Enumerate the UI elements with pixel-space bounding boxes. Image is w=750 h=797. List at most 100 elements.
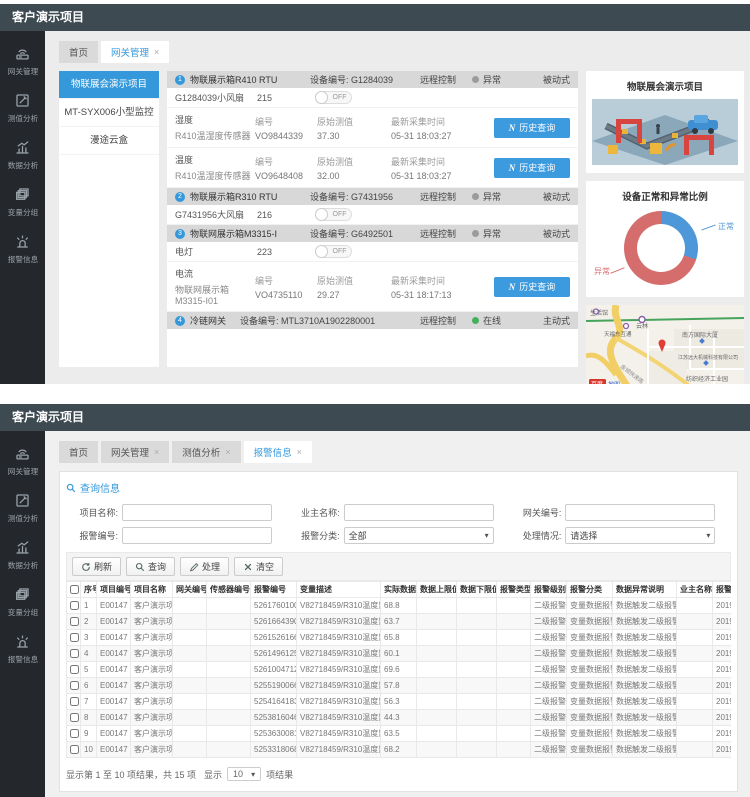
off-toggle[interactable]: OFF bbox=[315, 91, 352, 104]
sensor-field: 原始测值32.00 bbox=[317, 155, 391, 181]
sidebar-item-alarm[interactable]: 报警信息 bbox=[7, 233, 39, 265]
baidu-map[interactable]: 生活馆 云林 天福东互通 南方国际大厦 江苏远大机械科技有限公司 纺织经济工业园… bbox=[586, 305, 744, 384]
row-checkbox[interactable] bbox=[70, 681, 79, 690]
row-checkbox[interactable] bbox=[70, 665, 79, 674]
sidebar-item-analysis[interactable]: 数据分析 bbox=[7, 539, 39, 571]
table-cell bbox=[677, 678, 713, 694]
table-row: 7E00147客户演示项目52541641835V82718459/R310温度… bbox=[67, 694, 732, 710]
field-input[interactable] bbox=[122, 527, 272, 544]
status-dot-icon bbox=[472, 76, 479, 83]
clear-button[interactable]: 清空 bbox=[234, 557, 283, 576]
table-cell bbox=[173, 662, 207, 678]
table-cell bbox=[417, 646, 457, 662]
tab-close-icon[interactable]: × bbox=[154, 447, 159, 457]
remote-control-link[interactable]: 远程控制 bbox=[420, 314, 472, 327]
tab-close-icon[interactable]: × bbox=[154, 47, 159, 57]
select-all-checkbox[interactable] bbox=[70, 585, 79, 594]
map-card[interactable]: 生活馆 云林 天福东互通 南方国际大厦 江苏远大机械科技有限公司 纺织经济工业园… bbox=[586, 305, 744, 384]
tab-close-icon[interactable]: × bbox=[225, 447, 230, 457]
table-cell: V82718459/R310温度监测 bbox=[297, 662, 381, 678]
window-title: 客户演示项目 bbox=[0, 4, 750, 31]
table-cell: 客户演示项目 bbox=[131, 742, 173, 758]
sidebar-item-group[interactable]: 变量分组 bbox=[7, 186, 39, 218]
table-cell bbox=[417, 694, 457, 710]
table-cell: 2 bbox=[81, 614, 97, 630]
tab-alarm[interactable]: 报警信息× bbox=[244, 441, 312, 463]
remote-control-link[interactable]: 远程控制 bbox=[420, 190, 472, 203]
collect-time-label: 最新采集时间 bbox=[391, 115, 491, 128]
table-cell: 2019-03-15 00 bbox=[713, 662, 732, 678]
table-row: 3E00147客户演示项目52615261660V82718459/R310温度… bbox=[67, 630, 732, 646]
history-query-button[interactable]: N历史查询 bbox=[494, 158, 570, 178]
tab-bar: 首页网关管理×测值分析×报警信息× bbox=[59, 441, 744, 463]
field-select[interactable]: 全部▾ bbox=[344, 527, 494, 544]
form-field: 业主名称: bbox=[288, 504, 510, 521]
tab-home[interactable]: 首页 bbox=[59, 41, 98, 63]
tab-home[interactable]: 首页 bbox=[59, 441, 98, 463]
table-cell bbox=[173, 726, 207, 742]
device-name: 物联展示箱R310 RTU bbox=[190, 190, 310, 203]
form-field: 网关编号: bbox=[509, 504, 731, 521]
search-button[interactable]: 查询 bbox=[126, 557, 175, 576]
gateway-icon bbox=[14, 45, 32, 63]
page-size-prefix: 显示 bbox=[204, 768, 222, 781]
row-checkbox[interactable] bbox=[70, 649, 79, 658]
row-checkbox[interactable] bbox=[70, 601, 79, 610]
table-cell bbox=[173, 630, 207, 646]
row-checkbox[interactable] bbox=[70, 713, 79, 722]
table-cell bbox=[457, 678, 497, 694]
sidebar-item-alarm[interactable]: 报警信息 bbox=[7, 633, 39, 665]
tab-gateway[interactable]: 网关管理× bbox=[101, 441, 169, 463]
sidebar-item-measure[interactable]: 测值分析 bbox=[7, 492, 39, 524]
table-cell bbox=[497, 598, 531, 614]
project-list-item[interactable]: 物联展会演示项目 bbox=[59, 71, 159, 99]
field-input[interactable] bbox=[344, 504, 494, 521]
sidebar-item-label: 网关管理 bbox=[7, 466, 37, 476]
refresh-button[interactable]: 刷新 bbox=[72, 557, 121, 576]
row-select-cell bbox=[67, 646, 81, 662]
map-label: 天福东互通 bbox=[604, 330, 632, 338]
tab-close-icon[interactable]: × bbox=[297, 447, 302, 457]
table-cell: 52616643902 bbox=[251, 614, 297, 630]
row-checkbox[interactable] bbox=[70, 697, 79, 706]
sidebar-item-group[interactable]: 变量分组 bbox=[7, 586, 39, 618]
sidebar-item-label: 数据分析 bbox=[7, 160, 37, 170]
history-query-button[interactable]: N历史查询 bbox=[494, 118, 570, 138]
tab-gateway[interactable]: 网关管理× bbox=[101, 41, 169, 63]
device-section-header: 3物联网展示箱M3315-I设备编号: G6492501远程控制异常被动式 bbox=[167, 225, 578, 242]
table-cell: V82718459/R310温度监测 bbox=[297, 630, 381, 646]
device-number: 设备编号: MTL3710A1902280001 bbox=[240, 314, 420, 327]
row-checkbox[interactable] bbox=[70, 745, 79, 754]
remote-control-link[interactable]: 远程控制 bbox=[420, 227, 472, 240]
row-checkbox[interactable] bbox=[70, 729, 79, 738]
sidebar-item-analysis[interactable]: 数据分析 bbox=[7, 139, 39, 171]
table-cell: 变量数据报警 bbox=[567, 726, 613, 742]
table-cell bbox=[677, 646, 713, 662]
row-checkbox[interactable] bbox=[70, 633, 79, 642]
table-cell: 52617601001 bbox=[251, 598, 297, 614]
project-list-item[interactable]: 漫途云盒 bbox=[59, 127, 159, 155]
field-input[interactable] bbox=[122, 504, 272, 521]
table-cell: 数据触发一级报警 bbox=[613, 710, 677, 726]
off-toggle[interactable]: OFF bbox=[315, 245, 352, 258]
page-size-select[interactable]: 10 ▾ bbox=[227, 767, 261, 781]
history-query-button[interactable]: N历史查询 bbox=[494, 277, 570, 297]
table-cell: 69.6 bbox=[381, 662, 417, 678]
row-checkbox[interactable] bbox=[70, 617, 79, 626]
sidebar-item-gateway[interactable]: 网关管理 bbox=[7, 445, 39, 477]
sidebar-item-measure[interactable]: 测值分析 bbox=[7, 92, 39, 124]
tab-measure[interactable]: 测值分析× bbox=[172, 441, 240, 463]
toggle-knob-icon bbox=[315, 245, 328, 258]
table-cell: 8 bbox=[81, 710, 97, 726]
sidebar-item-gateway[interactable]: 网关管理 bbox=[7, 45, 39, 77]
field-select[interactable]: 请选择▾ bbox=[565, 527, 715, 544]
table-cell: E00147 bbox=[97, 678, 131, 694]
gateway-icon bbox=[14, 445, 32, 463]
process-button[interactable]: 处理 bbox=[180, 557, 229, 576]
off-toggle[interactable]: OFF bbox=[315, 208, 352, 221]
table-cell bbox=[207, 742, 251, 758]
row-select-cell bbox=[67, 598, 81, 614]
field-input[interactable] bbox=[565, 504, 715, 521]
remote-control-link[interactable]: 远程控制 bbox=[420, 73, 472, 86]
project-list-item[interactable]: MT-SYX006小型监控 bbox=[59, 99, 159, 127]
